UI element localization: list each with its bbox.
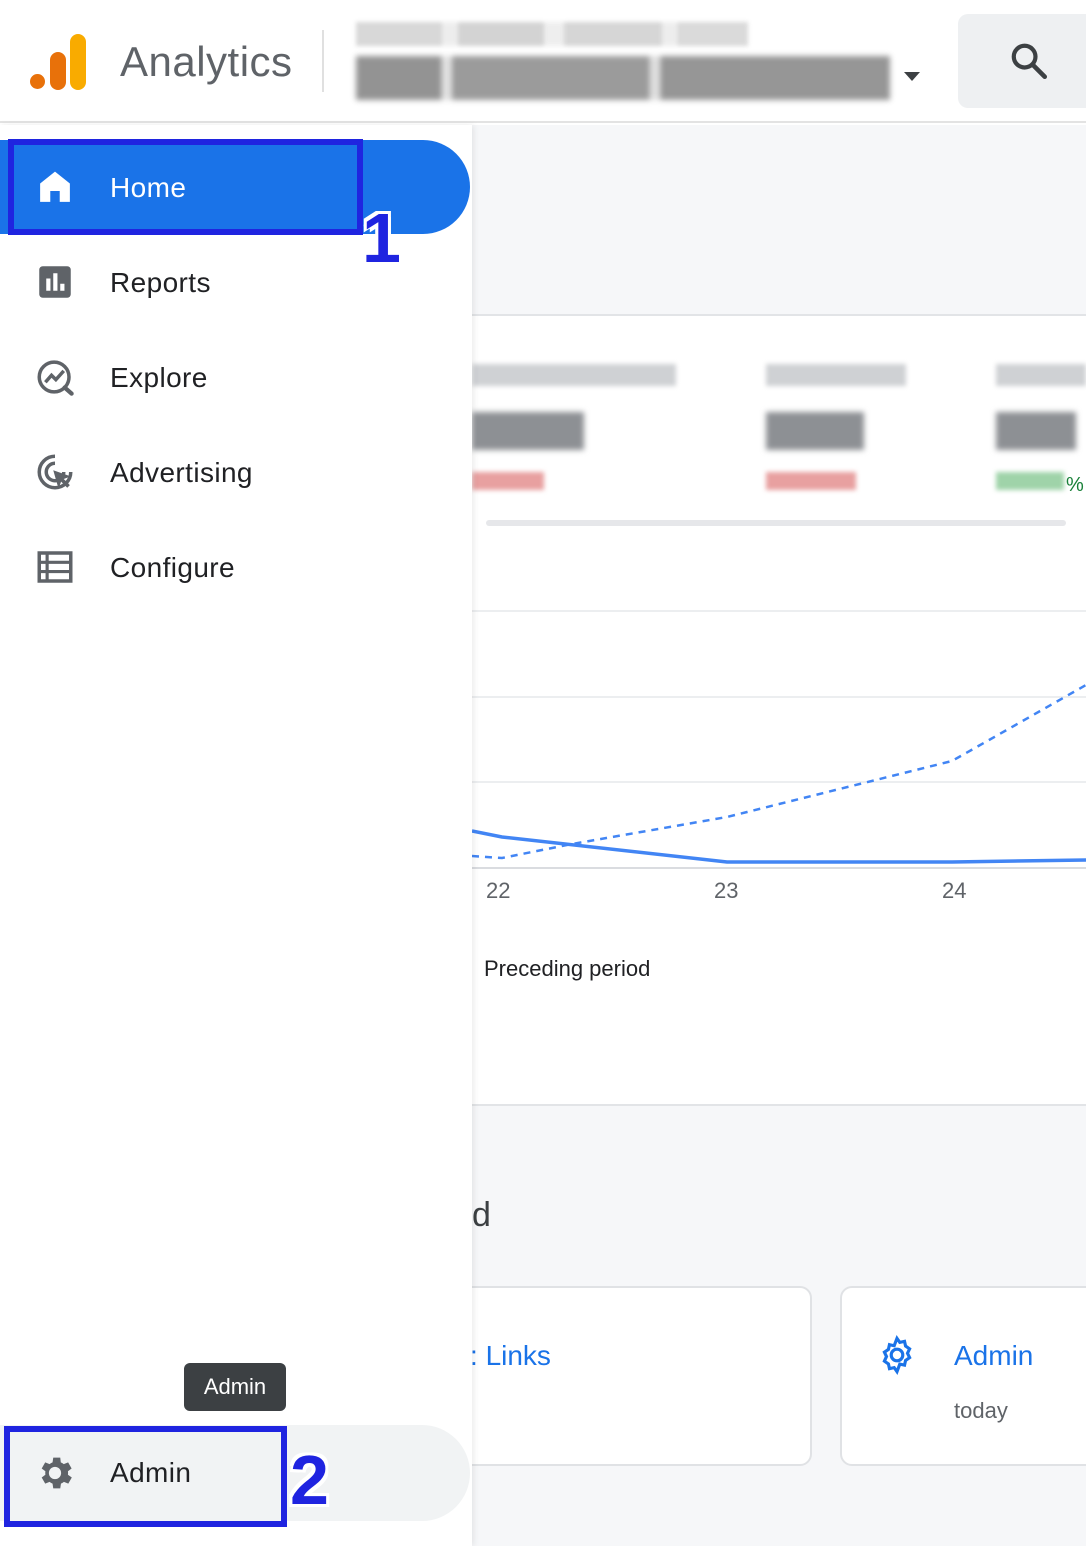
sidebar-item-label: Advertising: [110, 457, 253, 488]
annotation-number-1: 1: [362, 199, 401, 277]
sidebar-item-advertising[interactable]: Advertising: [0, 425, 470, 519]
legend-preceding-period: Preceding period: [484, 956, 651, 981]
metric-sessions[interactable]: [766, 364, 906, 490]
chevron-down-icon[interactable]: [904, 72, 920, 81]
top-bar: Analytics: [0, 0, 1086, 123]
metric-revenue[interactable]: [472, 364, 676, 490]
x-tick-label: 22: [486, 878, 511, 903]
x-tick-label: 23: [714, 878, 739, 903]
quick-card-admin-title[interactable]: Admin: [954, 1340, 1033, 1372]
explore-icon: [37, 360, 74, 396]
annotation-number-2: 2: [290, 1441, 329, 1519]
quick-access-card-links[interactable]: : Links: [440, 1286, 812, 1466]
navigation-sidebar: Home Reports Explore Advertising Configu…: [0, 125, 472, 1546]
sidebar-item-label: Configure: [110, 552, 236, 583]
metrics-scrollbar[interactable]: [486, 520, 1066, 526]
x-tick-label: 24: [942, 878, 967, 903]
quick-card-title: : Links: [470, 1340, 551, 1372]
metric-engagement[interactable]: [996, 364, 1086, 490]
admin-tooltip: Admin: [184, 1363, 286, 1411]
analytics-logo-icon[interactable]: [28, 32, 86, 92]
header-divider: [322, 30, 324, 92]
sidebar-item-label: Explore: [110, 362, 208, 393]
sidebar-item-configure[interactable]: Configure: [0, 520, 470, 614]
gear-icon: [882, 1335, 912, 1375]
property-name-blurred[interactable]: [356, 56, 890, 100]
bar-chart-icon: [39, 266, 71, 298]
annotation-box-home: [8, 139, 363, 235]
account-path-blurred[interactable]: [356, 22, 748, 46]
trend-chart: [472, 683, 1086, 864]
configure-list-icon: [37, 551, 73, 583]
section-heading-fragment: d: [472, 1196, 491, 1234]
quick-access-card-admin[interactable]: Admin today: [840, 1286, 1086, 1466]
app-title: Analytics: [120, 38, 293, 85]
sidebar-item-label: Reports: [110, 267, 211, 298]
quick-card-admin-subtitle: today: [954, 1398, 1008, 1423]
annotation-box-admin: [4, 1426, 287, 1527]
advertising-icon: [37, 454, 73, 490]
preceding-period-line: [472, 683, 1086, 860]
metric-delta-percent: %: [1066, 474, 1084, 496]
search-icon[interactable]: [1008, 40, 1050, 82]
sidebar-item-explore[interactable]: Explore: [0, 330, 470, 424]
quick-card-title-text[interactable]: Links: [486, 1340, 551, 1371]
